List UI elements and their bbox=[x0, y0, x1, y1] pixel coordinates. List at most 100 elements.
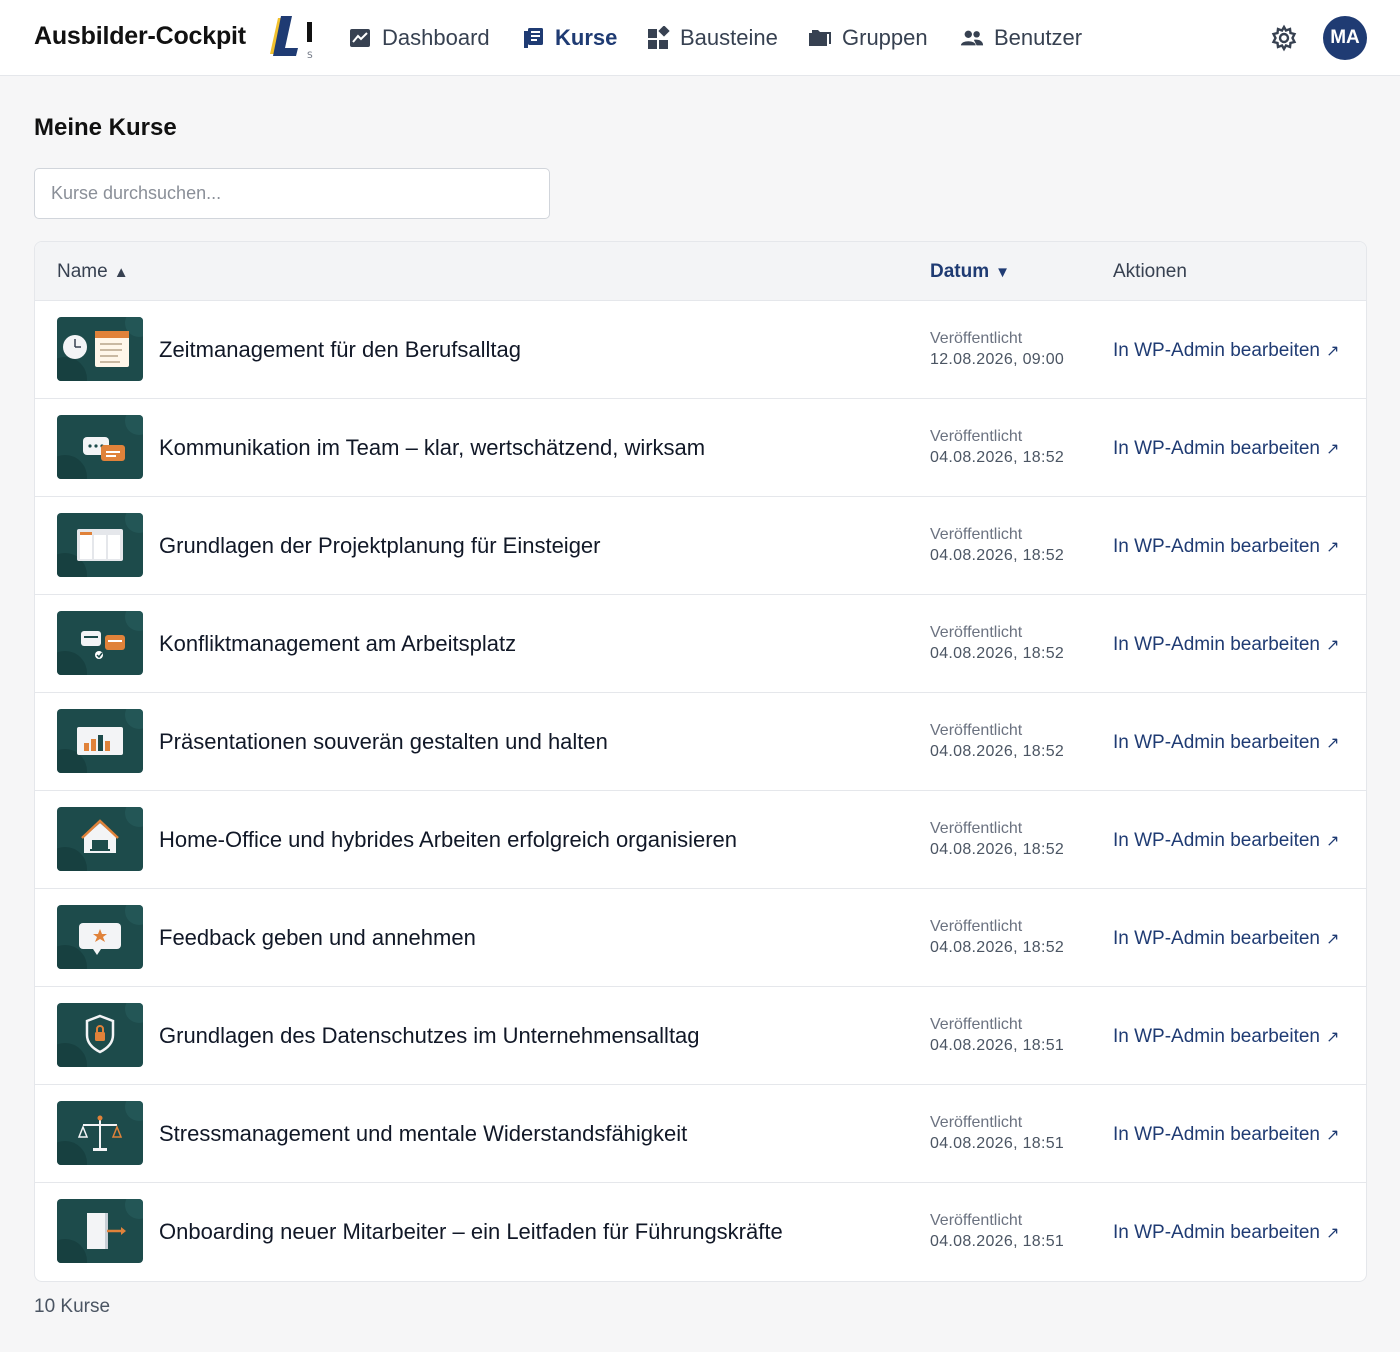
course-title[interactable]: Kommunikation im Team – klar, wertschätz… bbox=[159, 435, 705, 461]
nav-kurse[interactable]: Kurse bbox=[521, 22, 617, 54]
course-thumbnail-calendar-clock-icon[interactable] bbox=[57, 317, 143, 381]
course-title[interactable]: Zeitmanagement für den Berufsalltag bbox=[159, 337, 521, 363]
course-status: Veröffentlicht bbox=[930, 624, 1023, 641]
course-thumbnail-shield-lock-icon[interactable] bbox=[57, 1003, 143, 1067]
column-header-date[interactable]: Datum ▼ bbox=[930, 261, 1010, 283]
course-count: 10 Kurse bbox=[34, 1296, 111, 1317]
course-status: Veröffentlicht bbox=[930, 526, 1023, 543]
column-header-name[interactable]: Name ▲ bbox=[57, 261, 129, 283]
course-status: Veröffentlicht bbox=[930, 722, 1023, 739]
svg-text:S: S bbox=[307, 51, 313, 60]
gear-icon[interactable] bbox=[1270, 24, 1298, 52]
course-date: 04.08.2026, 18:52 bbox=[930, 743, 1065, 760]
nav-benutzer[interactable]: Benutzer bbox=[960, 22, 1082, 54]
users-icon bbox=[960, 30, 984, 46]
course-title[interactable]: Home-Office und hybrides Arbeiten erfolg… bbox=[159, 827, 737, 853]
external-link-icon: ↗ bbox=[1326, 637, 1340, 654]
page-title: Meine Kurse bbox=[34, 114, 177, 141]
external-link-icon: ↗ bbox=[1326, 1225, 1340, 1242]
table-row: Grundlagen der Projektplanung für Einste… bbox=[35, 497, 1366, 595]
table-row: Kommunikation im Team – klar, wertschätz… bbox=[35, 399, 1366, 497]
course-date: 04.08.2026, 18:52 bbox=[930, 547, 1065, 564]
table-row: Home-Office und hybrides Arbeiten erfolg… bbox=[35, 791, 1366, 889]
blocks-icon bbox=[648, 26, 670, 49]
external-link-icon: ↗ bbox=[1326, 931, 1340, 948]
edit-in-wp-admin-link[interactable]: In WP-Admin bearbeiten ↗ bbox=[1113, 340, 1339, 362]
table-header: Name ▲ Datum ▼ Aktionen bbox=[35, 242, 1366, 301]
nav-dashboard-label: Dashboard bbox=[382, 25, 490, 50]
edit-in-wp-admin-link[interactable]: In WP-Admin bearbeiten ↗ bbox=[1113, 732, 1339, 754]
external-link-icon: ↗ bbox=[1326, 441, 1340, 458]
book-icon bbox=[524, 28, 543, 48]
course-thumbnail-presentation-chart-icon[interactable] bbox=[57, 709, 143, 773]
ls-logo-icon[interactable]: S bbox=[268, 14, 320, 61]
folder-icon bbox=[809, 30, 831, 46]
course-status: Veröffentlicht bbox=[930, 428, 1023, 445]
course-title[interactable]: Grundlagen des Datenschutzes im Unterneh… bbox=[159, 1023, 700, 1049]
edit-in-wp-admin-link[interactable]: In WP-Admin bearbeiten ↗ bbox=[1113, 1124, 1339, 1146]
top-navbar: Ausbilder-Cockpit S Dashboard Kurse Baus… bbox=[0, 0, 1400, 76]
course-date: 04.08.2026, 18:52 bbox=[930, 939, 1065, 956]
course-title[interactable]: Präsentationen souverän gestalten und ha… bbox=[159, 729, 608, 755]
course-thumbnail-chat-bubbles-icon[interactable] bbox=[57, 415, 143, 479]
course-thumbnail-door-arrow-icon[interactable] bbox=[57, 1199, 143, 1263]
external-link-icon: ↗ bbox=[1326, 1029, 1340, 1046]
course-date: 04.08.2026, 18:52 bbox=[930, 841, 1065, 858]
edit-in-wp-admin-link[interactable]: In WP-Admin bearbeiten ↗ bbox=[1113, 438, 1339, 460]
course-title[interactable]: Stressmanagement und mentale Widerstands… bbox=[159, 1121, 687, 1147]
course-thumbnail-conflict-chat-icon[interactable] bbox=[57, 611, 143, 675]
sort-desc-icon: ▼ bbox=[995, 263, 1010, 281]
table-row: Konfliktmanagement am Arbeitsplatz Veröff… bbox=[35, 595, 1366, 693]
edit-in-wp-admin-link[interactable]: In WP-Admin bearbeiten ↗ bbox=[1113, 536, 1339, 558]
course-status: Veröffentlicht bbox=[930, 1212, 1023, 1229]
course-status: Veröffentlicht bbox=[930, 330, 1023, 347]
course-thumbnail-kanban-board-icon[interactable] bbox=[57, 513, 143, 577]
nav-bausteine-label: Bausteine bbox=[680, 25, 778, 50]
table-row: Präsentationen souverän gestalten und ha… bbox=[35, 693, 1366, 791]
course-title[interactable]: Grundlagen der Projektplanung für Einste… bbox=[159, 533, 601, 559]
course-status: Veröffentlicht bbox=[930, 1016, 1023, 1033]
external-link-icon: ↗ bbox=[1326, 735, 1340, 752]
course-status: Veröffentlicht bbox=[930, 820, 1023, 837]
column-header-actions: Aktionen bbox=[1113, 261, 1187, 282]
edit-in-wp-admin-link[interactable]: In WP-Admin bearbeiten ↗ bbox=[1113, 928, 1339, 950]
edit-in-wp-admin-link[interactable]: In WP-Admin bearbeiten ↗ bbox=[1113, 830, 1339, 852]
course-date: 04.08.2026, 18:51 bbox=[930, 1135, 1065, 1152]
table-row: Feedback geben und annehmen Veröffentlich… bbox=[35, 889, 1366, 987]
nav-dashboard[interactable]: Dashboard bbox=[348, 22, 490, 54]
course-title[interactable]: Konfliktmanagement am Arbeitsplatz bbox=[159, 631, 516, 657]
course-date: 04.08.2026, 18:51 bbox=[930, 1233, 1065, 1250]
course-thumbnail-balance-scale-icon[interactable] bbox=[57, 1101, 143, 1165]
course-date: 04.08.2026, 18:52 bbox=[930, 449, 1065, 466]
course-thumbnail-home-laptop-icon[interactable] bbox=[57, 807, 143, 871]
table-body: Zeitmanagement für den Berufsalltag Veröf… bbox=[35, 301, 1366, 1281]
app-title[interactable]: Ausbilder-Cockpit bbox=[34, 22, 246, 51]
course-thumbnail-feedback-star-icon[interactable] bbox=[57, 905, 143, 969]
external-link-icon: ↗ bbox=[1326, 343, 1340, 360]
table-row: Zeitmanagement für den Berufsalltag Veröf… bbox=[35, 301, 1366, 399]
course-title[interactable]: Feedback geben und annehmen bbox=[159, 925, 476, 951]
nav-benutzer-label: Benutzer bbox=[994, 25, 1083, 50]
nav-gruppen[interactable]: Gruppen bbox=[808, 22, 928, 54]
edit-in-wp-admin-link[interactable]: In WP-Admin bearbeiten ↗ bbox=[1113, 634, 1339, 656]
nav-bausteine[interactable]: Bausteine bbox=[646, 22, 778, 54]
course-status: Veröffentlicht bbox=[930, 918, 1023, 935]
nav-gruppen-label: Gruppen bbox=[842, 25, 928, 50]
edit-in-wp-admin-link[interactable]: In WP-Admin bearbeiten ↗ bbox=[1113, 1026, 1339, 1048]
user-avatar[interactable]: MA bbox=[1323, 16, 1367, 60]
external-link-icon: ↗ bbox=[1326, 1127, 1340, 1144]
courses-table: Name ▲ Datum ▼ Aktionen Zeitmanagement f… bbox=[34, 241, 1367, 1282]
external-link-icon: ↗ bbox=[1326, 539, 1340, 556]
table-row: Grundlagen des Datenschutzes im Unterneh… bbox=[35, 987, 1366, 1085]
external-link-icon: ↗ bbox=[1326, 833, 1340, 850]
chart-icon bbox=[350, 29, 370, 47]
course-title[interactable]: Onboarding neuer Mitarbeiter – ein Leitf… bbox=[159, 1219, 783, 1245]
table-row: Onboarding neuer Mitarbeiter – ein Leitf… bbox=[35, 1183, 1366, 1281]
course-date: 12.08.2026, 09:00 bbox=[930, 351, 1065, 368]
course-status: Veröffentlicht bbox=[930, 1114, 1023, 1131]
course-date: 04.08.2026, 18:51 bbox=[930, 1037, 1065, 1054]
course-date: 04.08.2026, 18:52 bbox=[930, 645, 1065, 662]
edit-in-wp-admin-link[interactable]: In WP-Admin bearbeiten ↗ bbox=[1113, 1222, 1339, 1244]
sort-asc-icon: ▲ bbox=[113, 263, 129, 281]
search-input[interactable] bbox=[34, 168, 550, 219]
